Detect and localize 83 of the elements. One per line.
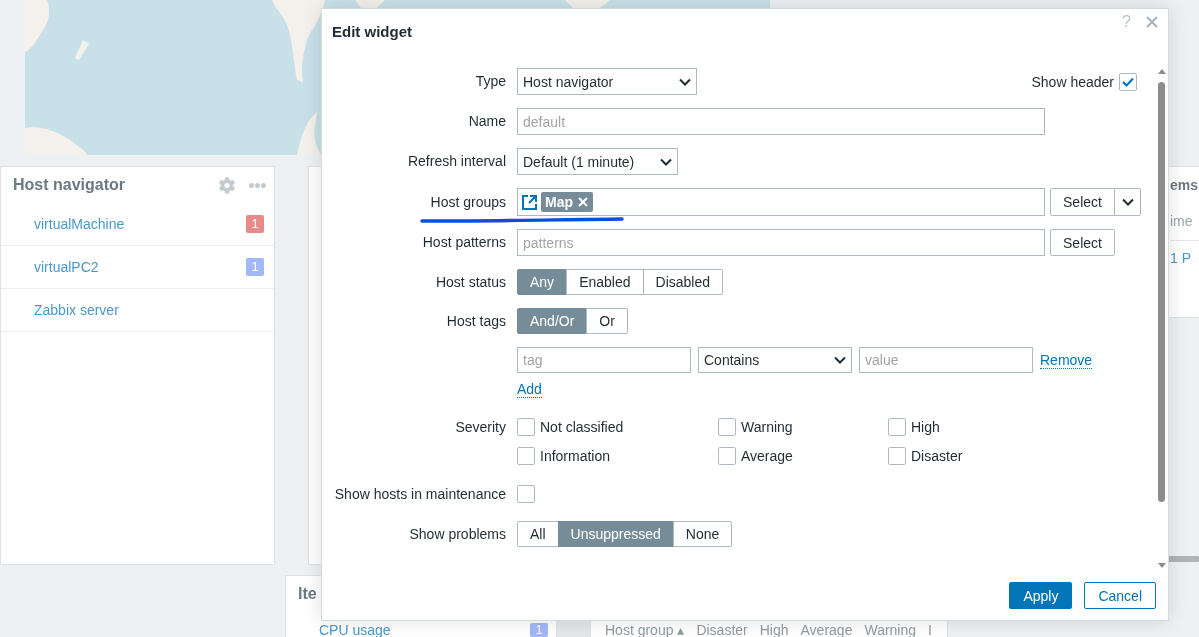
select-dropdown[interactable]: Contains (698, 347, 852, 373)
checkbox[interactable] (517, 418, 535, 436)
select-button[interactable]: Select (1050, 188, 1115, 216)
scrollbar-thumb[interactable] (1158, 82, 1165, 502)
checkbox[interactable] (888, 418, 906, 436)
field-label: Host status (434, 273, 506, 292)
field-label: Type (474, 72, 506, 91)
checkbox-label: Information (540, 448, 611, 464)
column-header[interactable]: Warning (864, 623, 917, 637)
checkbox[interactable] (888, 447, 906, 465)
checkbox[interactable] (1119, 72, 1137, 91)
toggle-button[interactable]: None (672, 521, 733, 547)
scroll-down-icon[interactable] (1157, 563, 1166, 568)
select-button[interactable]: Select (1050, 229, 1115, 256)
column-header[interactable]: ime (1170, 213, 1193, 229)
checkbox-label: Disaster (911, 448, 963, 464)
field-label: Severity (454, 418, 506, 436)
more-icon[interactable] (249, 182, 266, 188)
field-label: Show problems (408, 525, 506, 544)
problem-count: 1 (246, 258, 264, 276)
cancel-button[interactable]: Cancel (1084, 582, 1156, 609)
checkbox-label: Average (741, 448, 793, 464)
column-header[interactable]: Average (800, 623, 853, 637)
cross-icon[interactable] (578, 197, 588, 207)
tag-field[interactable]: tag (517, 347, 691, 373)
toggle-button[interactable]: Any (517, 269, 568, 295)
scrollbar-thumb[interactable] (1168, 556, 1199, 562)
checkbox-label: Show header (1031, 73, 1114, 90)
check-icon (1122, 76, 1134, 87)
tag-chip[interactable]: Map (541, 192, 593, 212)
problem-count: 1 (530, 623, 548, 637)
chevron-down-icon (1121, 198, 1134, 206)
field-label: Refresh interval (406, 152, 506, 171)
toggle-button[interactable]: Disabled (642, 269, 723, 295)
apply-button[interactable]: Apply (1009, 582, 1073, 609)
checkbox-label: High (911, 419, 940, 435)
toggle-button[interactable]: All (517, 521, 559, 547)
scroll-up-icon[interactable] (1157, 69, 1166, 74)
toggle-button[interactable]: Or (586, 308, 628, 334)
host-link[interactable]: Zabbix server (34, 302, 119, 318)
toggle-button[interactable]: Unsuppressed (557, 521, 674, 547)
field-label: Host patterns (421, 233, 506, 252)
help-button[interactable]: ? (1122, 14, 1131, 30)
field-label: Host groups (429, 193, 506, 212)
close-icon[interactable] (1146, 16, 1158, 28)
widget-title: Ite (298, 585, 317, 602)
checkbox[interactable] (718, 418, 736, 436)
chevron-down-icon (834, 356, 846, 364)
checkbox-label: Not classified (540, 419, 624, 435)
column-header[interactable]: High (759, 623, 789, 637)
column-header[interactable]: I (928, 623, 932, 637)
select-dropdown[interactable]: Host navigator (517, 68, 697, 95)
item-link[interactable]: CPU usage (319, 623, 391, 637)
time-link[interactable]: 1 P (1170, 250, 1191, 266)
toggle-button[interactable]: Enabled (566, 269, 644, 295)
text-field[interactable]: default (517, 108, 1045, 135)
toggle-button[interactable]: And/Or (517, 308, 588, 334)
dialog-title: Edit widget (332, 22, 412, 42)
text-field[interactable]: patterns (517, 229, 1045, 256)
field-label: Show hosts in maintenance (333, 485, 506, 503)
remove-link[interactable]: Remove (1040, 351, 1093, 369)
select-dropdown[interactable]: Default (1 minute) (517, 148, 678, 175)
field-label: Name (467, 112, 506, 131)
widget-title: Host navigator (13, 175, 125, 195)
column-header[interactable]: Disaster (696, 623, 748, 637)
chevron-down-icon (660, 157, 672, 166)
checkbox[interactable] (517, 485, 535, 503)
widget-title: ems (1170, 177, 1199, 193)
chevron-down-icon (679, 77, 691, 86)
field-label: Host tags (445, 312, 506, 331)
multiselect-field[interactable]: Map (517, 188, 1045, 216)
host-link[interactable]: virtualPC2 (34, 259, 99, 275)
problem-count: 1 (246, 215, 264, 233)
dropdown-button[interactable] (1114, 188, 1141, 216)
checkbox-label: Warning (741, 419, 793, 435)
host-link[interactable]: virtualMachine (34, 216, 125, 232)
value-field[interactable]: value (859, 347, 1033, 373)
checkbox[interactable] (718, 447, 736, 465)
add-link[interactable]: Add (517, 381, 542, 398)
checkbox[interactable] (517, 447, 535, 465)
external-link-icon[interactable] (522, 194, 537, 210)
gear-icon[interactable] (219, 176, 235, 194)
column-header[interactable]: Host group ▴ (605, 623, 685, 637)
